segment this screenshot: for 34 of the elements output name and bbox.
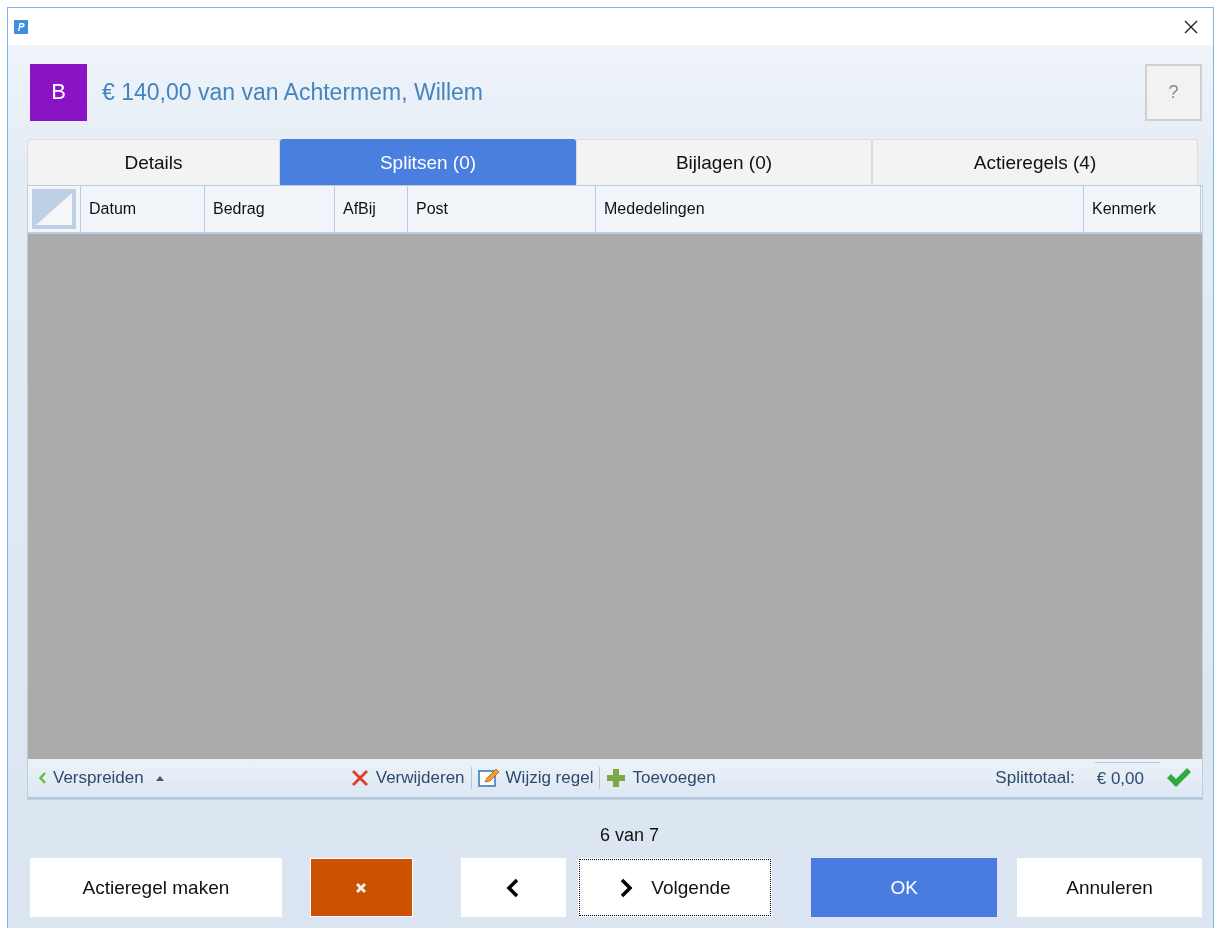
app-icon — [14, 19, 28, 34]
close-icon[interactable] — [1183, 18, 1199, 35]
tab[interactable]: Splitsen (0) — [280, 139, 576, 185]
tab[interactable]: Actieregels (4) — [872, 139, 1198, 185]
discard-button[interactable] — [309, 858, 413, 917]
delete-button[interactable]: Verwijderen — [349, 768, 465, 788]
column-header[interactable]: Bedrag — [205, 186, 335, 232]
column-header[interactable]: Kenmerk — [1084, 186, 1201, 232]
spread-button[interactable]: Verspreiden — [38, 768, 144, 788]
column-header[interactable]: Datum — [81, 186, 205, 232]
column-header[interactable]: Post — [408, 186, 596, 232]
column-header[interactable]: AfBij — [335, 186, 408, 232]
split-total-label: Splittotaal: — [995, 768, 1075, 788]
add-button[interactable]: Toevoegen — [606, 768, 716, 788]
dialog-title: € 140,00 van van Achtermem, Willem — [102, 78, 484, 106]
plus-icon — [606, 768, 627, 788]
chevron-left-icon — [38, 771, 47, 785]
action-button[interactable]: Actieregel maken — [30, 858, 282, 917]
close-icon — [355, 881, 368, 894]
edit-icon — [477, 768, 500, 788]
next-button[interactable]: Volgende — [577, 858, 773, 917]
checkmark-icon — [1166, 768, 1192, 788]
column-header[interactable]: Mededelingen — [596, 186, 1084, 232]
action-button[interactable]: Annuleren — [1017, 858, 1202, 917]
avatar: B — [30, 63, 87, 121]
ok-button[interactable]: OK — [811, 858, 998, 917]
tab[interactable]: Details — [27, 139, 280, 185]
tab[interactable]: Bijlagen (0) — [576, 139, 872, 185]
chevron-left-icon — [506, 877, 521, 898]
chevron-right-icon — [619, 877, 634, 898]
edit-button[interactable]: Wijzig regel — [477, 768, 594, 788]
caret-up-icon[interactable] — [155, 775, 164, 781]
record-counter: 6 van 7 — [598, 825, 660, 846]
split-total-value: € 0,00 — [1094, 761, 1160, 795]
